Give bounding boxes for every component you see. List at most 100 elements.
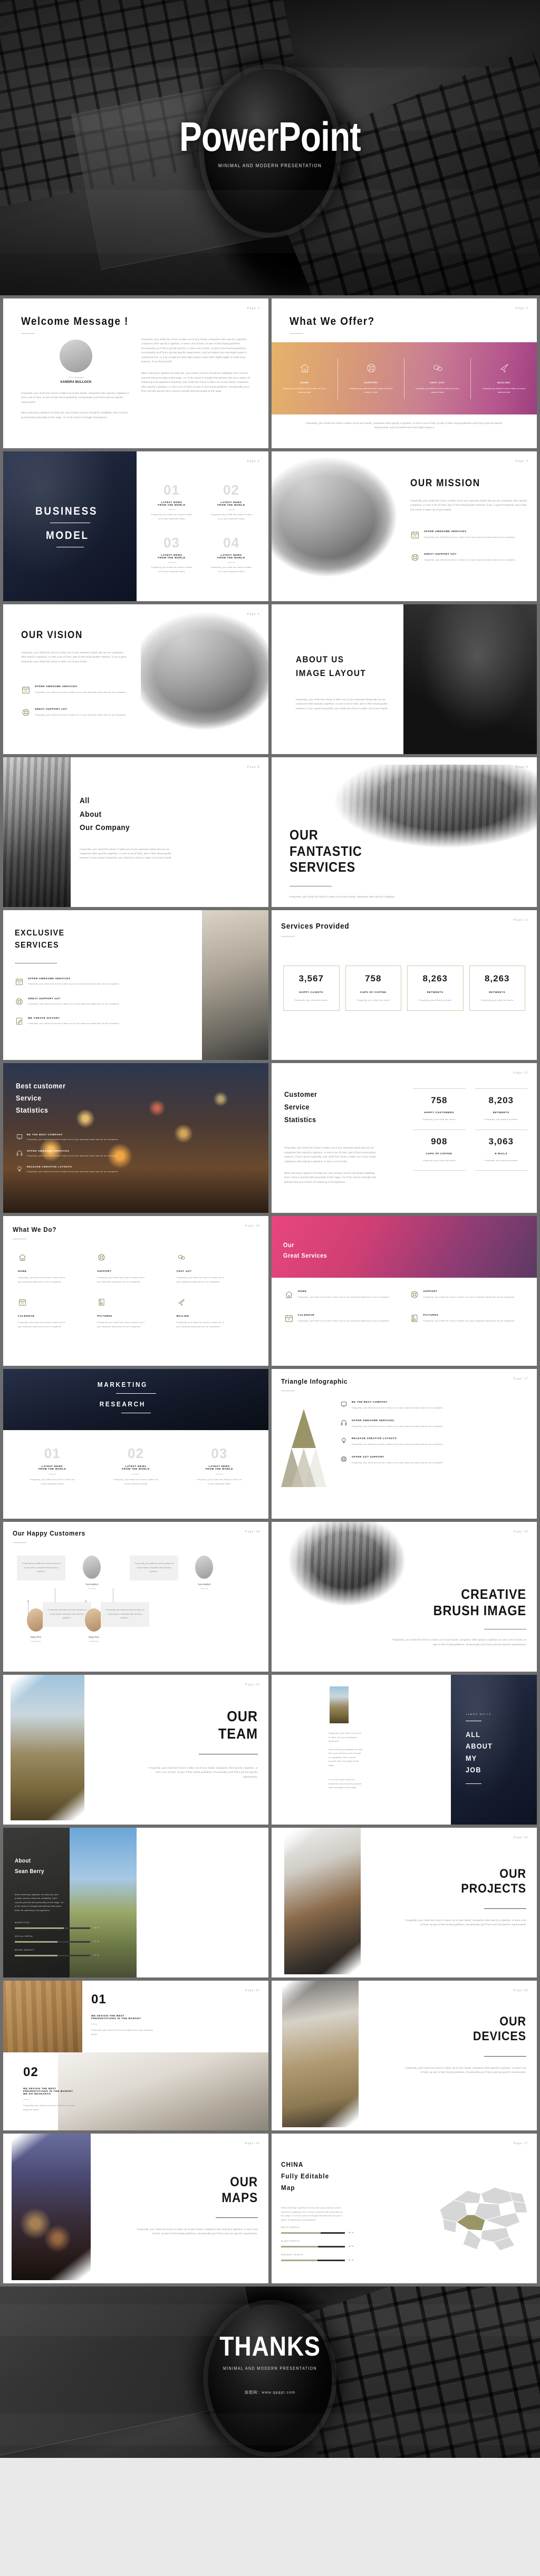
mission-feature-2[interactable]: GREAT SUPPORT 24/7 Frequently, your init… <box>410 553 527 563</box>
svg-text:31: 31 <box>21 1302 24 1305</box>
stat-card-3[interactable]: 8,263 RETWEETS Frequently, your initial … <box>407 966 464 1011</box>
slide-numbered-projects[interactable]: Page 24 01 WE DESIGN THE BEST PRESENTATI… <box>3 1981 268 2130</box>
do-feature-6[interactable]: MAILING Frequently, your initial font ch… <box>177 1298 256 1329</box>
testimonial-person-1[interactable]: Yves Mulford TWITTER <box>73 1556 111 1590</box>
china-map[interactable] <box>426 2170 532 2260</box>
business-item-4[interactable]: 04 LATEST NEWS FROM THE WORLD Frequently… <box>201 535 261 574</box>
slide-exclusive-services[interactable]: EXCLUSIVE SERVICES 31 OFFER AWESOME SERV… <box>3 910 268 1060</box>
photo-feature-1[interactable]: BE THE BEST COMPANY Frequently, your ini… <box>16 1133 132 1142</box>
testimonial-name: Daisy Pine <box>88 1636 99 1638</box>
slide-our-projects[interactable]: Page 22 OUR PROJECTS Frequently, your in… <box>272 1828 537 1977</box>
slide-business-model[interactable]: BUSINESS MODEL Page 4 01 LATEST NEWS FRO… <box>3 451 268 601</box>
do-feature-4[interactable]: 31 CALENDAR Frequently, your initial fon… <box>18 1298 97 1329</box>
slide-china-editable-map[interactable]: Page 27 CHINA Fully Editable Map When se… <box>272 2134 537 2283</box>
china-body: When selecting a typeface for body text,… <box>281 2207 343 2221</box>
feature-label: HOME <box>18 1270 27 1272</box>
slide-creative-brush-image[interactable]: Page 19 CREATIVE BRUSH IMAGE Frequently,… <box>272 1522 537 1672</box>
exclusive-feature-2[interactable]: GREAT SUPPORT 24/7 Frequently, your init… <box>15 997 136 1007</box>
offer-feature-3[interactable]: CHAT 24/7 Frequently, your initial font … <box>404 362 470 394</box>
triangle-feature-4[interactable]: OFFER 24/7 SUPPORT Frequently, your init… <box>340 1455 529 1465</box>
bar-fill <box>15 1941 58 1943</box>
job-title-line2: ABOUT <box>466 1742 493 1751</box>
lifebuoy-icon <box>98 1254 105 1261</box>
thanks-subtitle: MINIMAL AND MODERN PRESENTATION <box>223 2366 317 2371</box>
vision-feature-1[interactable]: 31 OFFER AWESOME SERVICES Frequently, yo… <box>21 685 127 695</box>
offer-feature-1[interactable]: HOME Frequently, your initial font choic… <box>272 362 338 394</box>
slide-our-vision[interactable]: Page 6 OUR VISION Frequently, your initi… <box>3 604 268 754</box>
exclusive-feature-3[interactable]: WE CREATE HISTORY Frequently, your initi… <box>15 1017 136 1026</box>
maps-title-line1: OUR <box>230 2175 258 2189</box>
triangle-feature-3[interactable]: RELEASE CREATIVE LAYOUTS Frequently, you… <box>340 1437 529 1447</box>
slide-our-team[interactable]: Page 20 OUR TEAM Frequently, your initia… <box>3 1675 268 1825</box>
avatar <box>60 340 92 372</box>
feature-desc: Frequently, your initial font choice is … <box>352 1407 443 1409</box>
meeting-photo <box>58 2052 268 2130</box>
do-feature-5[interactable]: PICTURES Frequently, your initial font c… <box>97 1298 176 1329</box>
stat-item-1[interactable]: 758 HAPPY CUSTOMERS Frequently, your ini… <box>413 1088 466 1122</box>
offer-feature-4[interactable]: MAILING Frequently, your initial font ch… <box>471 362 537 394</box>
page-number: Page 3 <box>515 307 528 310</box>
offer-feature-2[interactable]: SUPPORT Frequently, your initial font ch… <box>338 362 404 394</box>
marketing-item-2[interactable]: 02 LATEST NEWS FROM THE WORLD Frequently… <box>94 1445 177 1486</box>
slide-what-we-offer[interactable]: Page 3 What We Offer? HOME Frequently, y… <box>272 298 537 448</box>
slide-marketing-research[interactable]: MARKETING RESEARCH 01 LATEST NEWS FROM T… <box>3 1369 268 1519</box>
slide-about-sean-berry[interactable]: About Sean Berry When selecting a typefa… <box>3 1828 268 1977</box>
slide-our-fantastic-services[interactable]: Page 9 OUR FANTASTIC SERVICES Frequently… <box>272 757 537 907</box>
slide-row-3: Page 6 OUR VISION Frequently, your initi… <box>0 604 540 757</box>
slide-about-us-image-layout[interactable]: ABOUT US IMAGE LAYOUT Frequently, your i… <box>272 604 537 754</box>
page-title: OUR MISSION <box>410 478 480 489</box>
feature-label: GREAT SUPPORT 24/7 <box>28 997 61 1000</box>
slide-best-customer-service-photo[interactable]: Best customer Service Statistics BE THE … <box>3 1063 268 1213</box>
stat-card-1[interactable]: 3,567 HAPPY CLIENTS Frequently, your ini… <box>283 966 340 1011</box>
slide-welcome-message[interactable]: Page 2 Welcome Message ! CEO / Manager S… <box>3 298 268 448</box>
do-feature-2[interactable]: SUPPORT Frequently, your initial font ch… <box>97 1253 176 1284</box>
do-feature-1[interactable]: HOME Frequently, your initial font choic… <box>18 1253 97 1284</box>
slide-triangle-infographic[interactable]: Page 17 Triangle Infographic BE THE BEST… <box>272 1369 537 1519</box>
item-heading-2: FROM THE WORLD <box>158 504 186 506</box>
vision-feature-2[interactable]: GREAT SUPPORT 24/7 Frequently, your init… <box>21 708 127 718</box>
feature-label: OFFER AWESOME SERVICES <box>27 1149 70 1152</box>
bar-fill <box>281 2259 317 2261</box>
monitor-icon <box>341 1402 347 1407</box>
slide-row-9: Page 18 Our Happy Customers "Frequently,… <box>0 1522 540 1675</box>
slide-all-about-my-job[interactable]: Frequently, your initial font choice is … <box>272 1675 537 1825</box>
stat-item-2[interactable]: 8,203 RETWEETS Frequently, your initial … <box>475 1088 527 1122</box>
stat-card-4[interactable]: 8,263 RETWEETS Frequently, your initial … <box>469 966 525 1011</box>
picture-icon <box>99 1299 104 1306</box>
slide-our-maps[interactable]: Page 26 OUR MAPS Frequently, your initia… <box>3 2134 268 2283</box>
marketing-item-3[interactable]: 03 LATEST NEWS FROM THE WORLD Frequently… <box>178 1445 261 1486</box>
great-feature-4[interactable]: PICTURES Frequently, your initial font c… <box>410 1314 528 1324</box>
exclusive-feature-1[interactable]: 31 OFFER AWESOME SERVICES Frequently, yo… <box>15 977 136 987</box>
feature-label: HOME <box>298 1290 307 1292</box>
stat-item-3[interactable]: 908 CUPS OF COFFEE Frequently, your init… <box>413 1129 466 1163</box>
marketing-item-1[interactable]: 01 LATEST NEWS FROM THE WORLD Frequently… <box>11 1445 94 1486</box>
slide-all-about-our-company[interactable]: Page 8 All About Our Company Frequently,… <box>3 757 268 907</box>
stat-value: 908 <box>431 1136 448 1146</box>
photo-feature-3[interactable]: RELEASE CREATIVE LAYOUTS Frequently, you… <box>16 1165 132 1174</box>
do-feature-3[interactable]: CHAT 24/7 Frequently, your initial font … <box>177 1253 256 1284</box>
photo-feature-2[interactable]: OFFER AWESOME SERVICES Frequently, your … <box>16 1150 132 1159</box>
business-item-1[interactable]: 01 LATEST NEWS FROM THE WORLD Frequently… <box>142 482 201 521</box>
slide-customer-service-statistics[interactable]: Page 12 Customer Service Statistics Freq… <box>272 1063 537 1213</box>
slide-our-devices[interactable]: Page 25 OUR DEVICES Frequently, your ini… <box>272 1981 537 2130</box>
stat-card-2[interactable]: 758 CUPS OF COFFEE Frequently, your init… <box>345 966 401 1011</box>
slide-services-provided[interactable]: Page 11 Services Provided 3,567 HAPPY CL… <box>272 910 537 1060</box>
slide-our-happy-customers[interactable]: Page 18 Our Happy Customers "Frequently,… <box>3 1522 268 1672</box>
business-item-3[interactable]: 03 LATEST NEWS FROM THE WORLD Frequently… <box>142 535 201 574</box>
triangle-feature-1[interactable]: BE THE BEST COMPANY Frequently, your ini… <box>340 1401 529 1411</box>
great-feature-3[interactable]: 31 CALENDAR Frequently, your initial fon… <box>284 1314 402 1324</box>
stat-item-4[interactable]: 3,063 E-MAILS Frequently, your initial f… <box>475 1129 527 1163</box>
mission-feature-1[interactable]: 31 OFFER AWESOME SERVICES Frequently, yo… <box>410 530 527 540</box>
creative-title-line2: BRUSH IMAGE <box>433 1602 526 1618</box>
feature-label: GREAT SUPPORT 24/7 <box>35 707 68 710</box>
great-feature-2[interactable]: SUPPORT Frequently, your initial font ch… <box>410 1290 528 1300</box>
slide-our-great-services[interactable]: Our Great Services HOME Frequently, your… <box>272 1216 537 1366</box>
great-feature-1[interactable]: HOME Frequently, your initial font choic… <box>284 1290 402 1300</box>
testimonial-person-2[interactable]: Yves Mulford TWITTER <box>185 1556 223 1590</box>
triangle-feature-2[interactable]: OFFER AWESOME SERVICES Frequently, your … <box>340 1419 529 1429</box>
item-heading-2: FROM THE WORLD <box>217 556 245 559</box>
calendar-icon: 31 <box>411 531 419 539</box>
business-item-2[interactable]: 02 LATEST NEWS FROM THE WORLD Frequently… <box>201 482 261 521</box>
slide-our-mission[interactable]: Page 5 OUR MISSION Frequently, your init… <box>272 451 537 601</box>
slide-what-we-do[interactable]: Page 14 What We Do? HOME Frequently, you… <box>3 1216 268 1366</box>
